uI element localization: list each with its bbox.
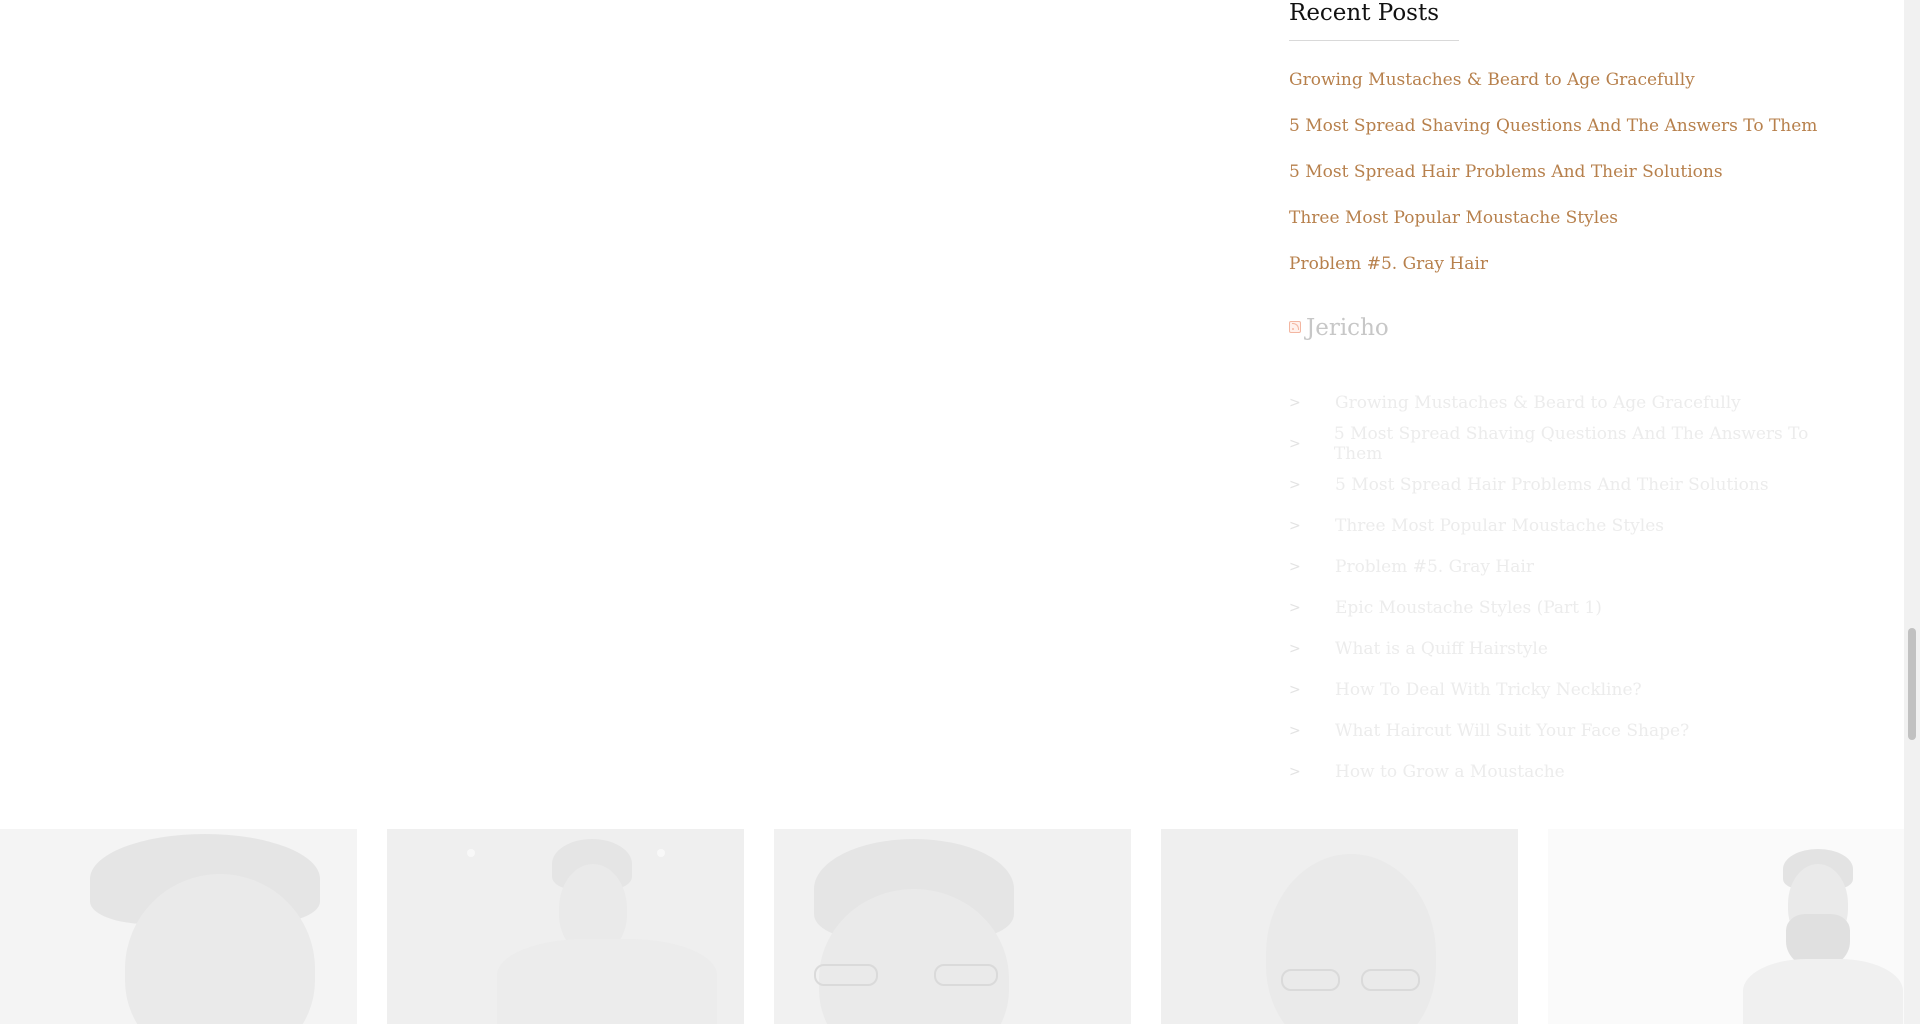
- recent-post-link[interactable]: 5 Most Spread Hair Problems And Their So…: [1289, 162, 1723, 182]
- list-item: > What is a Quiff Hairstyle: [1289, 628, 1849, 669]
- chevron-right-icon: >: [1289, 722, 1301, 739]
- chevron-right-icon: >: [1289, 476, 1301, 493]
- rss-item-link[interactable]: How To Deal With Tricky Neckline?: [1335, 680, 1642, 700]
- recent-post-link[interactable]: 5 Most Spread Shaving Questions And The …: [1289, 116, 1817, 136]
- chevron-right-icon: >: [1289, 599, 1301, 616]
- list-item: > Epic Moustache Styles (Part 1): [1289, 587, 1849, 628]
- list-item: > Growing Mustaches & Beard to Age Gracef…: [1289, 382, 1849, 423]
- scrollbar-thumb[interactable]: [1908, 628, 1916, 740]
- page-scrollbar[interactable]: [1904, 0, 1920, 1024]
- chevron-right-icon: >: [1289, 517, 1301, 534]
- rss-icon[interactable]: [1289, 321, 1301, 333]
- chevron-right-icon: >: [1289, 558, 1301, 575]
- recent-post-link[interactable]: Growing Mustaches & Beard to Age Gracefu…: [1289, 70, 1695, 90]
- photo-gallery: [0, 829, 1905, 1024]
- rss-item-link[interactable]: Three Most Popular Moustache Styles: [1335, 516, 1664, 536]
- glasses-shape: [814, 964, 878, 986]
- list-item: > What Haircut Will Suit Your Face Shape?: [1289, 710, 1849, 751]
- shirt-shape: [497, 939, 717, 1024]
- recent-posts-widget: Recent Posts Growing Mustaches & Beard t…: [1289, 0, 1849, 298]
- rss-item-link[interactable]: Problem #5. Gray Hair: [1335, 557, 1534, 577]
- man-glasses-photo[interactable]: [774, 829, 1131, 1024]
- recent-post-link[interactable]: Three Most Popular Moustache Styles: [1289, 208, 1618, 228]
- page: Recent Posts Growing Mustaches & Beard t…: [0, 0, 1920, 1024]
- chevron-right-icon: >: [1289, 435, 1301, 452]
- light-dot: [467, 849, 475, 857]
- list-item: > Three Most Popular Moustache Styles: [1289, 505, 1849, 546]
- list-item: > Problem #5. Gray Hair: [1289, 546, 1849, 587]
- list-item: >5 Most Spread Shaving Questions And The…: [1289, 423, 1849, 464]
- rss-item-link[interactable]: Growing Mustaches & Beard to Age Gracefu…: [1335, 393, 1741, 413]
- chevron-right-icon: >: [1289, 640, 1301, 657]
- rss-feed-title[interactable]: Jericho: [1306, 315, 1389, 341]
- light-dot: [657, 849, 665, 857]
- chevron-right-icon: >: [1289, 681, 1301, 698]
- chevron-right-icon: >: [1289, 763, 1301, 780]
- list-item: Growing Mustaches & Beard to Age Gracefu…: [1289, 68, 1849, 114]
- glasses-shape: [934, 964, 998, 986]
- older-man-glasses-photo[interactable]: [1161, 829, 1518, 1024]
- list-item: Three Most Popular Moustache Styles: [1289, 206, 1849, 252]
- chevron-right-icon: >: [1289, 394, 1301, 411]
- rss-item-link[interactable]: 5 Most Spread Hair Problems And Their So…: [1335, 475, 1769, 495]
- rss-widget: Jericho > Growing Mustaches & Beard to Ag…: [1289, 315, 1849, 792]
- list-item: 5 Most Spread Hair Problems And Their So…: [1289, 160, 1849, 206]
- glasses-shape: [1281, 969, 1340, 991]
- rss-item-link[interactable]: Epic Moustache Styles (Part 1): [1335, 598, 1602, 618]
- list-item: Problem #5. Gray Hair: [1289, 252, 1849, 298]
- rss-item-link[interactable]: What Haircut Will Suit Your Face Shape?: [1335, 721, 1689, 741]
- rss-item-link[interactable]: 5 Most Spread Shaving Questions And The …: [1334, 424, 1849, 464]
- title-divider: [1289, 40, 1459, 41]
- list-item: 5 Most Spread Shaving Questions And The …: [1289, 114, 1849, 160]
- glasses-shape: [1361, 969, 1420, 991]
- recent-posts-list: Growing Mustaches & Beard to Age Gracefu…: [1289, 68, 1849, 298]
- shirt-shape: [1743, 959, 1903, 1024]
- recent-posts-title: Recent Posts: [1289, 0, 1440, 26]
- rss-item-link[interactable]: How to Grow a Moustache: [1335, 762, 1565, 782]
- recent-post-link[interactable]: Problem #5. Gray Hair: [1289, 254, 1488, 274]
- face-shape: [1266, 854, 1436, 1024]
- bearded-man-photo[interactable]: [1548, 829, 1905, 1024]
- list-item: > How to Grow a Moustache: [1289, 751, 1849, 792]
- list-item: > How To Deal With Tricky Neckline?: [1289, 669, 1849, 710]
- rss-list: > Growing Mustaches & Beard to Age Gracef…: [1289, 382, 1849, 792]
- young-man-cap-photo[interactable]: [387, 829, 744, 1024]
- man-hair-photo[interactable]: [0, 829, 357, 1024]
- rss-item-link[interactable]: What is a Quiff Hairstyle: [1335, 639, 1548, 659]
- list-item: >5 Most Spread Hair Problems And Their S…: [1289, 464, 1849, 505]
- rss-title-row: Jericho: [1289, 315, 1849, 355]
- sidebar: Recent Posts Growing Mustaches & Beard t…: [1289, 0, 1849, 792]
